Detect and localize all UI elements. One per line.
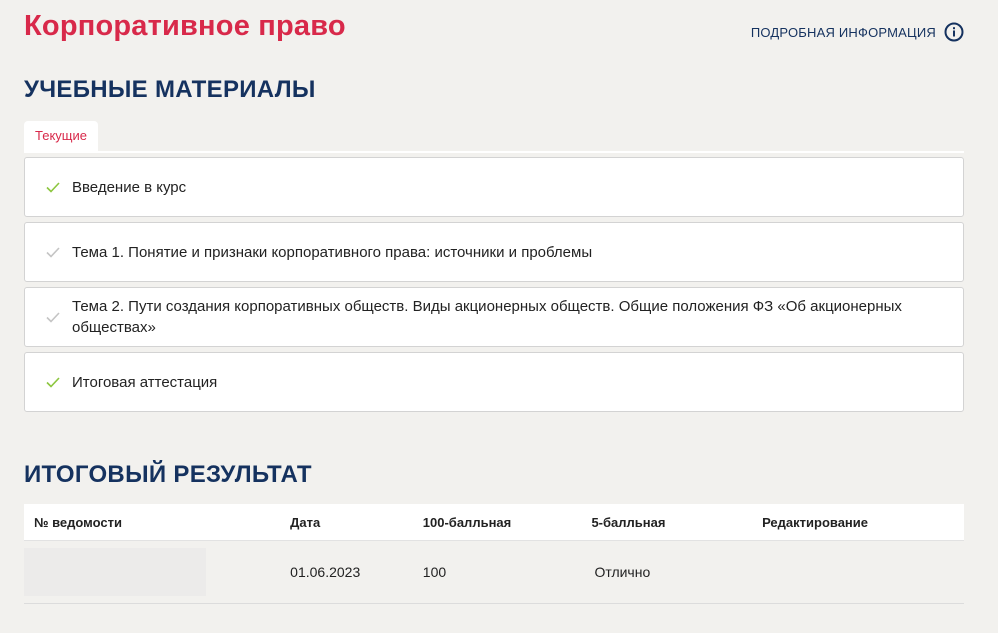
- check-icon: [46, 377, 60, 388]
- materials-list: Введение в курс Тема 1. Понятие и призна…: [24, 157, 964, 417]
- materials-tabs: Текущие: [24, 121, 964, 153]
- material-label: Тема 2. Пути создания корпоративных обще…: [72, 298, 902, 336]
- material-item-final-attestation[interactable]: Итоговая аттестация: [24, 352, 964, 412]
- column-header-score-100: 100-балльная: [422, 504, 592, 541]
- date-cell: 01.06.2023: [290, 540, 423, 604]
- check-icon: [46, 182, 60, 193]
- material-label: Введение в курс: [72, 178, 187, 196]
- results-table: № ведомости Дата 100-балльная 5-балльная…: [24, 504, 964, 604]
- check-icon: [46, 247, 60, 258]
- edit-cell: [762, 540, 964, 604]
- score-100-cell: 100: [422, 540, 592, 604]
- info-circle-icon[interactable]: [944, 22, 964, 42]
- material-item-topic-2[interactable]: Тема 2. Пути создания корпоративных обще…: [24, 287, 964, 347]
- column-header-date: Дата: [290, 504, 423, 541]
- course-page: Корпоративное право ПОДРОБНАЯ ИНФОРМАЦИЯ…: [24, 0, 964, 604]
- material-label: Тема 1. Понятие и признаки корпоративног…: [72, 243, 593, 261]
- check-icon: [46, 312, 60, 323]
- material-item-topic-1[interactable]: Тема 1. Понятие и признаки корпоративног…: [24, 222, 964, 282]
- course-header: Корпоративное право ПОДРОБНАЯ ИНФОРМАЦИЯ: [24, 0, 964, 60]
- table-row: 01.06.2023 100 Отлично: [24, 540, 964, 604]
- redacted-block: [24, 548, 206, 596]
- column-header-score-5: 5-балльная: [591, 504, 763, 541]
- column-header-sheet-no: № ведомости: [24, 504, 291, 541]
- tab-current[interactable]: Текущие: [24, 121, 98, 151]
- materials-heading: УЧЕБНЫЕ МАТЕРИАЛЫ: [24, 76, 316, 103]
- results-header-row: № ведомости Дата 100-балльная 5-балльная…: [24, 504, 964, 541]
- score-5-cell: Отлично: [591, 540, 763, 604]
- sheet-no-cell: [24, 540, 291, 604]
- more-info-link[interactable]: ПОДРОБНАЯ ИНФОРМАЦИЯ: [751, 22, 964, 42]
- results-heading: ИТОГОВЫЙ РЕЗУЛЬТАТ: [24, 461, 312, 488]
- material-item-intro[interactable]: Введение в курс: [24, 157, 964, 217]
- column-header-edit: Редактирование: [762, 504, 964, 541]
- material-label: Итоговая аттестация: [72, 373, 218, 391]
- course-title: Корпоративное право: [24, 10, 346, 42]
- more-info-label: ПОДРОБНАЯ ИНФОРМАЦИЯ: [750, 24, 936, 40]
